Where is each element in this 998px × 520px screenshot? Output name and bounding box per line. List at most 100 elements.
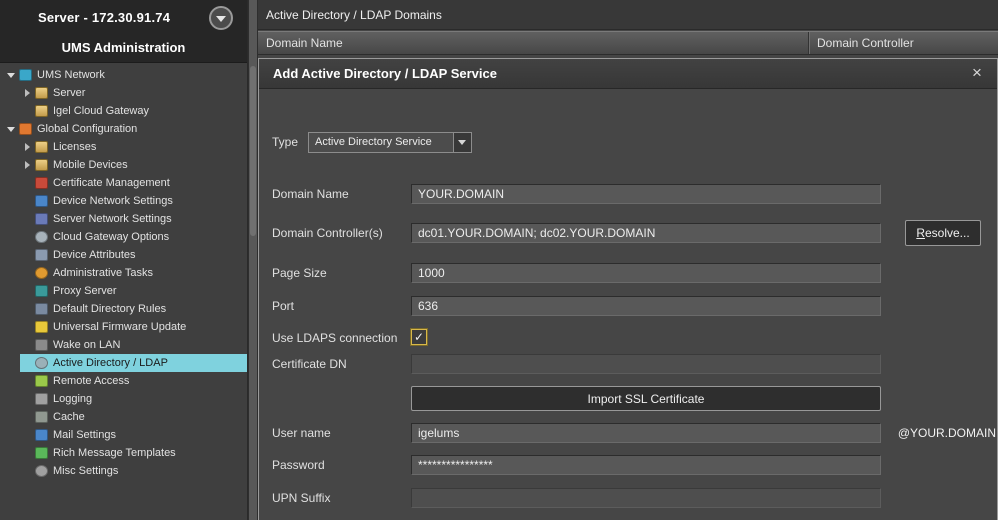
sidebar-item-label: Licenses: [53, 141, 96, 153]
sidebar-item-device-attributes[interactable]: Device Attributes: [0, 246, 247, 264]
misc-icon: [35, 465, 48, 477]
expander-spacer: [20, 356, 34, 370]
expander-spacer: [20, 212, 34, 226]
sidebar-item-wake-on-lan[interactable]: Wake on LAN: [0, 336, 247, 354]
sidebar-item-cloud-gateway-options[interactable]: Cloud Gateway Options: [0, 228, 247, 246]
sidebar-item-global-configuration[interactable]: Global Configuration: [0, 120, 247, 138]
sidebar-item-label: Rich Message Templates: [53, 447, 176, 459]
sidebar-item-cache[interactable]: Cache: [0, 408, 247, 426]
sidebar-item-certificate-management[interactable]: Certificate Management: [0, 174, 247, 192]
sidebar-item-active-directory-ldap[interactable]: Active Directory / LDAP: [0, 354, 247, 372]
sidebar-item-label: Universal Firmware Update: [53, 321, 186, 333]
use-ldaps-label: Use LDAPS connection: [272, 328, 397, 348]
expand-icon[interactable]: [20, 158, 34, 172]
config-icon: [19, 123, 32, 135]
firmware-icon: [35, 321, 48, 333]
clock-icon: [35, 267, 48, 279]
sidebar-item-server[interactable]: Server: [0, 84, 247, 102]
expand-icon[interactable]: [20, 86, 34, 100]
user-name-label: User name: [272, 423, 331, 443]
upn-suffix-label: UPN Suffix: [272, 488, 330, 508]
sidebar-item-misc-settings[interactable]: Misc Settings: [0, 462, 247, 480]
sidebar-scrollbar[interactable]: [248, 0, 258, 520]
sidebar-item-remote-access[interactable]: Remote Access: [0, 372, 247, 390]
expander-spacer: [20, 176, 34, 190]
resolve-button[interactable]: Resolve...: [905, 220, 981, 246]
page-size-label: Page Size: [272, 263, 327, 283]
use-ldaps-checkbox[interactable]: [411, 329, 427, 345]
dialog-title: Add Active Directory / LDAP Service: [273, 66, 497, 81]
sidebar-item-label: UMS Network: [37, 69, 105, 81]
sidebar-item-licenses[interactable]: Licenses: [0, 138, 247, 156]
server-title: Server - 172.30.91.74: [38, 10, 170, 25]
column-header-domain-controller[interactable]: Domain Controller: [808, 32, 998, 54]
sidebar-item-mobile-devices[interactable]: Mobile Devices: [0, 156, 247, 174]
domain-controllers-input[interactable]: [411, 223, 881, 243]
sidebar-item-label: Cloud Gateway Options: [53, 231, 169, 243]
dialog-titlebar[interactable]: Add Active Directory / LDAP Service ×: [259, 59, 997, 89]
folder-icon: [35, 87, 48, 99]
sidebar-item-label: Default Directory Rules: [53, 303, 166, 315]
type-select-value: Active Directory Service: [309, 133, 453, 152]
expander-spacer: [20, 266, 34, 280]
expand-icon[interactable]: [20, 140, 34, 154]
type-select[interactable]: Active Directory Service: [308, 132, 472, 153]
sidebar-item-device-network-settings[interactable]: Device Network Settings: [0, 192, 247, 210]
expander-spacer: [20, 446, 34, 460]
sidebar-item-administrative-tasks[interactable]: Administrative Tasks: [0, 264, 247, 282]
type-label: Type: [272, 132, 298, 152]
expander-spacer: [20, 194, 34, 208]
sidebar-item-label: Cache: [53, 411, 85, 423]
sidebar-scrollbar-thumb[interactable]: [250, 66, 256, 236]
sidebar-item-ums-network[interactable]: UMS Network: [0, 66, 247, 84]
domain-controllers-label: Domain Controller(s): [272, 223, 383, 243]
password-input[interactable]: [411, 455, 881, 475]
sidebar-item-mail-settings[interactable]: Mail Settings: [0, 426, 247, 444]
network-icon: [19, 69, 32, 81]
navigation-tree: UMS Network Server Igel Cloud Gateway Globa…: [0, 66, 247, 520]
sidebar-item-proxy-server[interactable]: Proxy Server: [0, 282, 247, 300]
sidebar-item-label: Igel Cloud Gateway: [53, 105, 149, 117]
port-input[interactable]: [411, 296, 881, 316]
column-header-domain-name[interactable]: Domain Name: [258, 32, 808, 54]
expander-spacer: [20, 104, 34, 118]
expander-spacer: [20, 284, 34, 298]
sidebar-item-server-network-settings[interactable]: Server Network Settings: [0, 210, 247, 228]
sidebar-item-logging[interactable]: Logging: [0, 390, 247, 408]
sidebar-item-universal-firmware-update[interactable]: Universal Firmware Update: [0, 318, 247, 336]
upn-suffix-input[interactable]: [411, 488, 881, 508]
expander-spacer: [20, 464, 34, 478]
sidebar-header: Server - 172.30.91.74 UMS Administration: [0, 0, 247, 63]
expander-spacer: [20, 428, 34, 442]
sidebar-item-label: Administrative Tasks: [53, 267, 153, 279]
server-dropdown-button[interactable]: [209, 6, 233, 30]
sidebar-item-label: Server: [53, 87, 85, 99]
folder-icon: [35, 159, 48, 171]
expander-spacer: [20, 392, 34, 406]
monitor-icon: [35, 195, 48, 207]
main-panel: Active Directory / LDAP Domains Domain N…: [258, 0, 998, 520]
message-icon: [35, 447, 48, 459]
folder-icon: [35, 105, 48, 117]
expander-spacer: [20, 248, 34, 262]
close-icon[interactable]: ×: [967, 63, 987, 83]
remote-icon: [35, 375, 48, 387]
domains-table-header: Domain Name Domain Controller: [258, 31, 998, 55]
certificate-dn-input: [411, 354, 881, 374]
sidebar-item-label: Proxy Server: [53, 285, 117, 297]
domain-name-input[interactable]: [411, 184, 881, 204]
collapse-icon[interactable]: [4, 122, 18, 136]
ad-icon: [35, 357, 48, 369]
collapse-icon[interactable]: [4, 68, 18, 82]
import-ssl-certificate-button[interactable]: Import SSL Certificate: [411, 386, 881, 411]
dropdown-arrow-icon[interactable]: [453, 133, 471, 152]
sidebar-item-default-directory-rules[interactable]: Default Directory Rules: [0, 300, 247, 318]
expander-spacer: [20, 230, 34, 244]
ums-administration-title: UMS Administration: [0, 40, 247, 55]
sidebar-item-label: Device Attributes: [53, 249, 136, 261]
user-name-input[interactable]: [411, 423, 881, 443]
sidebar-item-rich-message-templates[interactable]: Rich Message Templates: [0, 444, 247, 462]
sidebar-item-label: Logging: [53, 393, 92, 405]
sidebar-item-igel-cloud-gateway[interactable]: Igel Cloud Gateway: [0, 102, 247, 120]
page-size-input[interactable]: [411, 263, 881, 283]
